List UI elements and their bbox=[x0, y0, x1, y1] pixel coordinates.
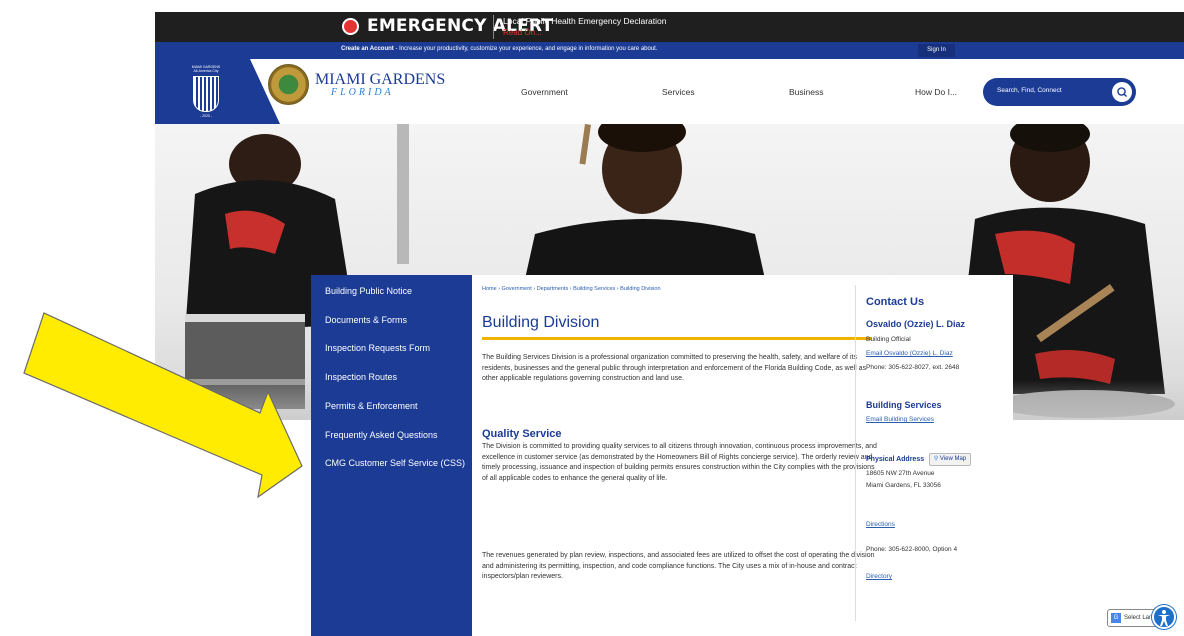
accessibility-button[interactable] bbox=[1152, 605, 1176, 629]
page: EMERGENCY ALERT Local Public Health Emer… bbox=[0, 0, 1184, 636]
translate-icon: G bbox=[1111, 613, 1121, 623]
annotation-arrow bbox=[23, 312, 303, 499]
accessibility-icon bbox=[1158, 610, 1170, 626]
